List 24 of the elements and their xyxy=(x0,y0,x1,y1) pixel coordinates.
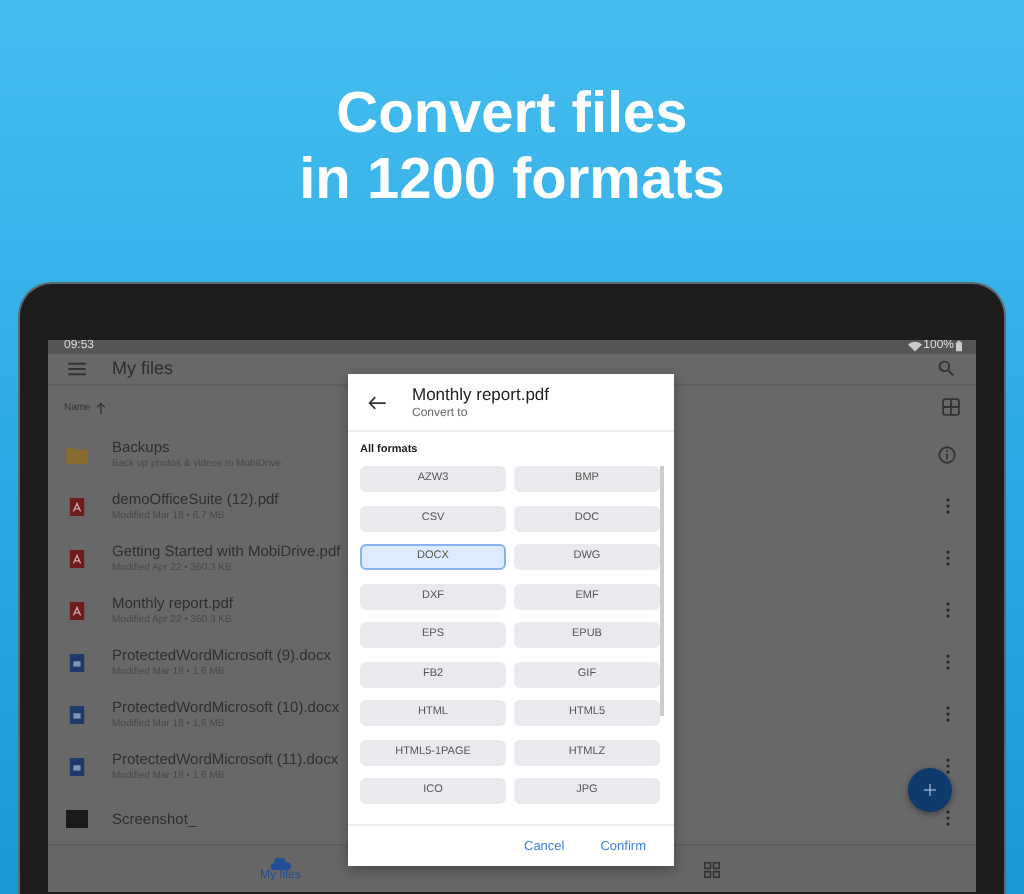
app-title: My files xyxy=(112,358,176,379)
sort-arrow-icon[interactable] xyxy=(96,401,107,413)
pdf-file-icon xyxy=(66,497,88,515)
back-arrow-icon[interactable] xyxy=(368,395,386,409)
document-icon xyxy=(66,653,88,671)
document-icon xyxy=(66,757,88,775)
document-icon xyxy=(66,705,88,723)
search-icon[interactable] xyxy=(938,360,954,377)
headline: Convert files xyxy=(336,82,688,148)
pdf-file-icon xyxy=(66,601,88,619)
grid-view-icon[interactable] xyxy=(942,398,960,416)
dialog-title: Monthly report.pdf xyxy=(412,384,550,404)
wifi-icon xyxy=(907,340,922,353)
headline: in 1200 formats xyxy=(299,148,725,214)
folder-icon xyxy=(66,445,88,463)
menu-icon[interactable] xyxy=(68,361,86,376)
cloud-icon xyxy=(269,857,292,869)
info-icon[interactable] xyxy=(938,445,956,463)
plus-icon xyxy=(924,784,936,796)
add-button[interactable] xyxy=(908,768,952,812)
apps-icon[interactable] xyxy=(704,861,720,877)
image-thumbnail xyxy=(66,809,88,827)
battery-icon xyxy=(956,340,962,353)
pdf-file-icon xyxy=(66,549,88,567)
